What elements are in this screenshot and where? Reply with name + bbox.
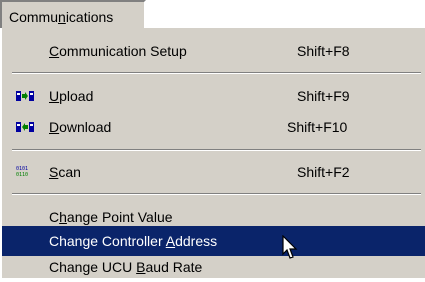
menu-communications-label: Communications [9,9,114,25]
menu-separator [12,72,421,74]
menu-item-label: Change Controller Address [49,233,218,249]
communications-dropdown: Communication Setup Shift+F8 Upload Shif… [0,28,425,278]
menu-item-label: Upload [49,88,94,104]
scan-icon: 0101 0110 [16,166,28,178]
svg-text:0110: 0110 [16,172,28,178]
download-icon [16,122,34,132]
menu-item-shortcut: Shift+F9 [297,88,350,104]
menu-item-scan[interactable]: 0101 0110 Scan Shift+F2 [2,157,425,187]
mouse-pointer-icon [282,235,298,259]
menu-item-shortcut: Shift+F10 [287,119,348,135]
menu-item-communication-setup[interactable]: Communication Setup Shift+F8 [2,36,425,66]
menu-separator [12,149,421,151]
menu-item-label: Communication Setup [49,43,187,59]
upload-icon [16,91,34,101]
menu-separator [12,193,421,195]
menu-item-label: Download [49,119,112,135]
menu-item-label: Scan [49,164,81,180]
menu-item-download[interactable]: Download Shift+F10 [2,112,425,142]
menu-item-label: Change UCU Baud Rate [49,259,203,275]
menu-item-upload[interactable]: Upload Shift+F9 [2,81,425,111]
menu-item-label: Change Point Value [49,209,173,225]
menu-item-shortcut: Shift+F2 [297,164,350,180]
menu-item-shortcut: Shift+F8 [297,43,350,59]
menu-communications[interactable]: Communications [0,0,146,28]
